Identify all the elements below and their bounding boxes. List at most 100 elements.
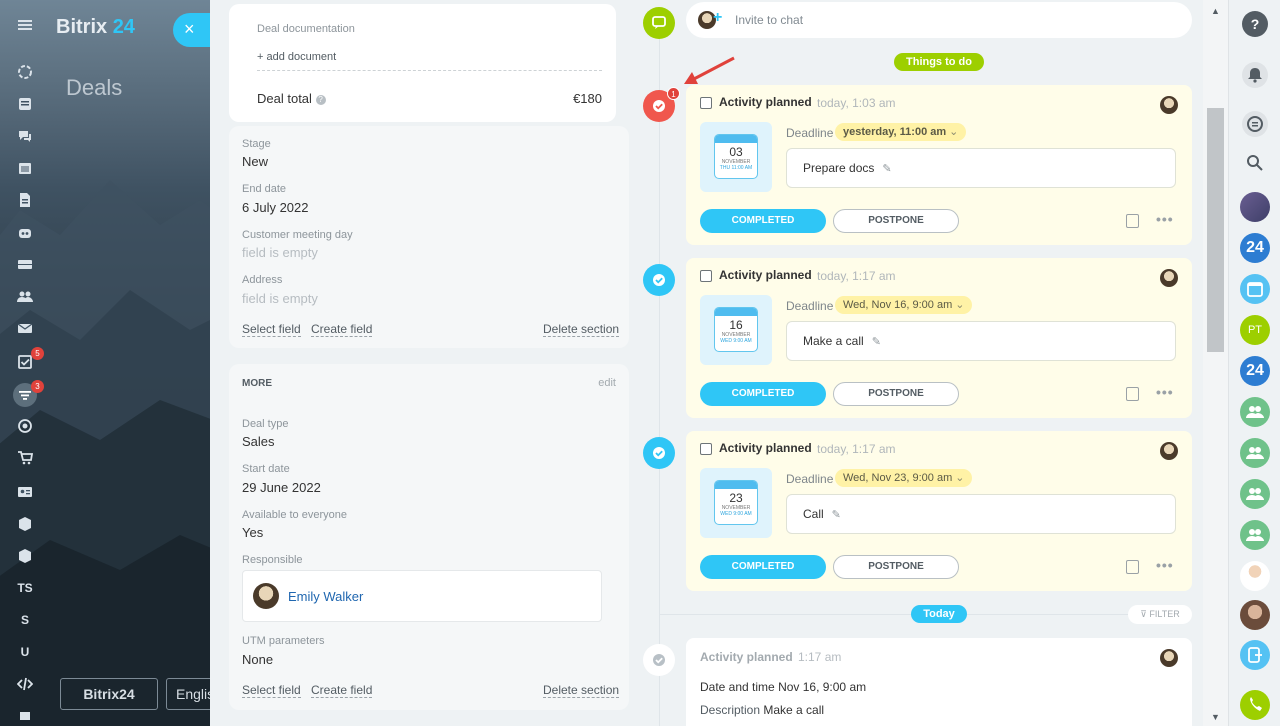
- postpone-button[interactable]: POSTPONE: [833, 209, 959, 233]
- group-chat-avatar[interactable]: [1240, 192, 1270, 222]
- menu-icon[interactable]: [13, 13, 37, 37]
- mail-icon[interactable]: [13, 316, 37, 340]
- bitrix24-chat-avatar[interactable]: 24: [1240, 233, 1270, 263]
- chevron-down-icon: ⌄: [949, 126, 959, 138]
- delete-section-link[interactable]: Delete section: [543, 322, 620, 337]
- contact-center-icon[interactable]: [1240, 640, 1270, 670]
- start-date-value[interactable]: 29 June 2022: [242, 480, 321, 495]
- more-icon[interactable]: •••: [1156, 384, 1174, 400]
- avatar[interactable]: [1160, 442, 1178, 460]
- target-icon[interactable]: [13, 414, 37, 438]
- note-icon[interactable]: [1126, 214, 1139, 228]
- end-date-value[interactable]: 6 July 2022: [242, 200, 309, 215]
- u-menu-item[interactable]: U: [13, 640, 37, 664]
- pencil-icon[interactable]: ✎: [872, 336, 881, 348]
- store-box-icon[interactable]: [13, 544, 37, 568]
- select-field-link[interactable]: Select field: [242, 322, 301, 337]
- activity-checkbox[interactable]: [700, 97, 712, 109]
- completed-button[interactable]: COMPLETED: [700, 555, 826, 579]
- calendar-chat-avatar[interactable]: [1240, 274, 1270, 304]
- completed-button[interactable]: COMPLETED: [700, 382, 826, 406]
- utm-value[interactable]: None: [242, 652, 273, 667]
- employee-card-icon[interactable]: [13, 480, 37, 504]
- avatar[interactable]: [1160, 649, 1178, 667]
- inventory-box-icon[interactable]: [13, 512, 37, 536]
- scroll-down-icon[interactable]: ▼: [1211, 712, 1220, 722]
- user-avatar[interactable]: [1240, 561, 1270, 591]
- completed-button[interactable]: COMPLETED: [700, 209, 826, 233]
- user-avatar-pt[interactable]: PT: [1240, 315, 1270, 345]
- add-document-link[interactable]: + add document: [257, 51, 336, 63]
- language-selector[interactable]: English: [166, 678, 216, 710]
- postpone-button[interactable]: POSTPONE: [833, 555, 959, 579]
- more-icon[interactable]: •••: [1156, 557, 1174, 573]
- close-slider-button[interactable]: ×: [173, 13, 211, 47]
- postpone-button[interactable]: POSTPONE: [833, 382, 959, 406]
- shop-cart-icon[interactable]: [13, 446, 37, 470]
- avatar[interactable]: [1160, 269, 1178, 287]
- note-icon[interactable]: [1126, 387, 1139, 401]
- create-field-link[interactable]: Create field: [311, 322, 373, 337]
- filter-button[interactable]: ⊽ FILTER: [1128, 605, 1192, 624]
- messenger-icon[interactable]: [1242, 111, 1268, 137]
- feed-icon[interactable]: [13, 92, 37, 116]
- group-chat-avatar[interactable]: [1240, 520, 1270, 550]
- phone-icon[interactable]: [1240, 690, 1270, 720]
- more-section: MORE edit Deal type Sales Start date 29 …: [229, 364, 629, 710]
- deadline-pill[interactable]: yesterday, 11:00 am ⌄: [835, 123, 967, 141]
- calendar-weekday: THU 11:00 AM: [719, 165, 753, 171]
- select-field-link[interactable]: Select field: [242, 683, 301, 698]
- bitrix24-logo[interactable]: Bitrix 24: [56, 16, 135, 39]
- activity-description[interactable]: Prepare docs ✎: [786, 148, 1176, 188]
- responsible-name[interactable]: Emily Walker: [288, 589, 363, 604]
- activity-checkbox[interactable]: [700, 270, 712, 282]
- pencil-icon[interactable]: ✎: [832, 509, 841, 521]
- video-icon[interactable]: [13, 704, 37, 726]
- note-icon[interactable]: [1126, 560, 1139, 574]
- help-icon[interactable]: ?: [1242, 11, 1268, 37]
- calendar-weekday: WED 9:00 AM: [720, 338, 752, 344]
- bitrix24-chat-avatar[interactable]: 24: [1240, 356, 1270, 386]
- deal-type-value[interactable]: Sales: [242, 434, 275, 449]
- scrollbar-thumb[interactable]: [1207, 108, 1224, 352]
- activity-card: Activity planned today, 1:17 am 23 NOVEMB…: [686, 431, 1192, 591]
- more-icon[interactable]: •••: [1156, 211, 1174, 227]
- deadline-pill[interactable]: Wed, Nov 16, 9:00 am ⌄: [835, 296, 973, 314]
- address-value[interactable]: field is empty: [242, 291, 318, 306]
- pencil-icon[interactable]: ✎: [882, 163, 891, 175]
- calendar-icon[interactable]: [13, 156, 37, 180]
- activity-description[interactable]: Call ✎: [786, 494, 1176, 534]
- stage-value[interactable]: New: [242, 154, 268, 169]
- search-icon[interactable]: [1242, 150, 1268, 176]
- field-label: Available to everyone: [242, 509, 347, 521]
- group-chat-avatar[interactable]: [1240, 438, 1270, 468]
- robot-icon[interactable]: [13, 220, 37, 244]
- scrollbar[interactable]: ▲ ▼: [1203, 0, 1228, 726]
- activity-description[interactable]: Make a call ✎: [786, 321, 1176, 361]
- avatar[interactable]: [1160, 96, 1178, 114]
- chat-icon[interactable]: [13, 124, 37, 148]
- edit-section-link[interactable]: edit: [598, 377, 616, 389]
- user-avatar[interactable]: [1240, 600, 1270, 630]
- drive-icon[interactable]: [13, 252, 37, 276]
- create-field-link[interactable]: Create field: [311, 683, 373, 698]
- customer-meeting-day-value[interactable]: field is empty: [242, 245, 318, 260]
- notifications-icon[interactable]: [1242, 62, 1268, 88]
- s-menu-item[interactable]: S: [13, 608, 37, 632]
- activity-stream-icon[interactable]: [13, 60, 37, 84]
- help-icon[interactable]: ?: [315, 94, 326, 105]
- footer-logo[interactable]: Bitrix24: [60, 678, 158, 710]
- code-icon[interactable]: [13, 672, 37, 696]
- activity-checkbox[interactable]: [700, 443, 712, 455]
- available-to-everyone-value[interactable]: Yes: [242, 525, 263, 540]
- deadline-pill[interactable]: Wed, Nov 23, 9:00 am ⌄: [835, 469, 973, 487]
- documents-icon[interactable]: [13, 188, 37, 212]
- responsible-box[interactable]: Emily Walker: [242, 570, 602, 622]
- group-chat-avatar[interactable]: [1240, 397, 1270, 427]
- scroll-up-icon[interactable]: ▲: [1211, 6, 1220, 16]
- delete-section-link[interactable]: Delete section: [543, 683, 620, 698]
- contacts-icon[interactable]: [13, 284, 37, 308]
- invite-to-chat-bar[interactable]: + Invite to chat: [686, 2, 1192, 38]
- group-chat-avatar[interactable]: [1240, 479, 1270, 509]
- ts-menu-item[interactable]: TS: [13, 576, 37, 600]
